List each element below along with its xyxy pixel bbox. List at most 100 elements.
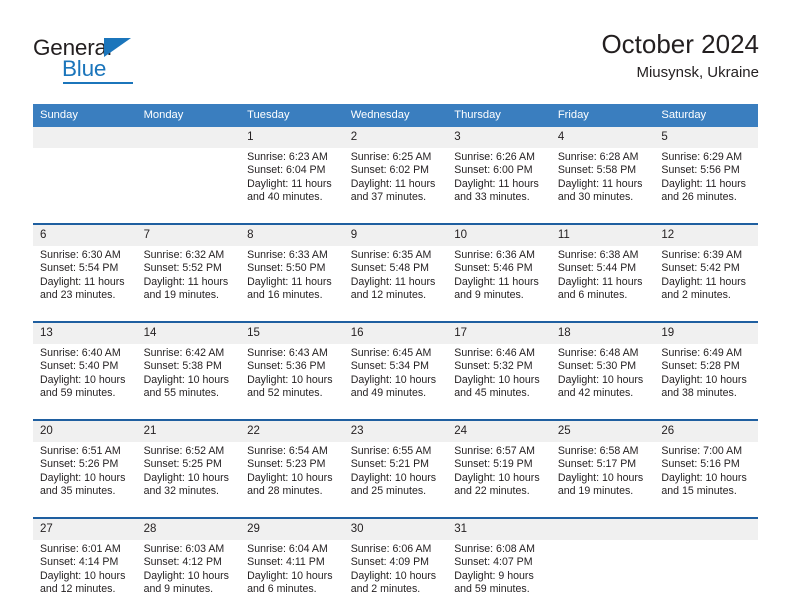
day-number[interactable]: 15	[240, 321, 344, 344]
week-5-info-row: Sunrise: 6:01 AM Sunset: 4:14 PM Dayligh…	[33, 540, 758, 615]
day-info: Sunrise: 6:30 AM Sunset: 5:54 PM Dayligh…	[33, 246, 137, 322]
day-info: Sunrise: 6:58 AM Sunset: 5:17 PM Dayligh…	[550, 442, 655, 518]
sunset-text: Sunset: 5:48 PM	[350, 262, 430, 275]
daylight-text-line2: and 19 minutes.	[557, 485, 634, 498]
sunset-text: Sunset: 5:34 PM	[350, 360, 430, 373]
daylight-text-line1: Daylight: 11 hours	[247, 275, 332, 288]
sunset-text: Sunset: 4:12 PM	[143, 556, 222, 569]
day-number[interactable]: 21	[136, 419, 241, 442]
day-number[interactable]: 26	[654, 419, 758, 442]
weekday-header-friday: Friday	[550, 104, 655, 127]
day-info: Sunrise: 6:55 AM Sunset: 5:21 PM Dayligh…	[343, 442, 448, 518]
daylight-text-line1: Daylight: 10 hours	[454, 471, 540, 484]
sunset-text: Sunset: 4:09 PM	[350, 556, 430, 569]
sunrise-text: Sunrise: 6:26 AM	[454, 151, 535, 163]
daylight-text-line2: and 42 minutes.	[557, 387, 634, 400]
daylight-text-line2: and 35 minutes.	[40, 485, 116, 498]
day-info: Sunrise: 6:40 AM Sunset: 5:40 PM Dayligh…	[33, 344, 137, 420]
sunrise-text: Sunrise: 6:52 AM	[143, 445, 225, 457]
daylight-text-line1: Daylight: 11 hours	[143, 275, 229, 288]
daylight-text-line1: Daylight: 10 hours	[557, 373, 644, 386]
day-info: Sunrise: 6:26 AM Sunset: 6:00 PM Dayligh…	[447, 148, 551, 224]
day-number[interactable]: 4	[550, 127, 655, 148]
day-info-empty	[136, 148, 241, 224]
day-info: Sunrise: 6:36 AM Sunset: 5:46 PM Dayligh…	[447, 246, 551, 322]
day-number[interactable]: 9	[343, 223, 448, 246]
day-number[interactable]: 29	[240, 517, 344, 540]
sunrise-text: Sunrise: 6:29 AM	[661, 151, 743, 163]
sunrise-text: Sunrise: 6:30 AM	[40, 249, 121, 261]
sunset-text: Sunset: 5:28 PM	[661, 360, 740, 373]
day-info: Sunrise: 6:04 AM Sunset: 4:11 PM Dayligh…	[240, 540, 344, 615]
daylight-text-line1: Daylight: 10 hours	[661, 471, 747, 484]
day-number[interactable]: 31	[447, 517, 551, 540]
day-number[interactable]: 14	[136, 321, 241, 344]
day-number[interactable]: 19	[654, 321, 758, 344]
daylight-text-line1: Daylight: 10 hours	[143, 569, 229, 582]
sunrise-text: Sunrise: 6:57 AM	[454, 445, 535, 457]
sunrise-text: Sunrise: 6:35 AM	[350, 249, 432, 261]
sunrise-text: Sunrise: 6:51 AM	[40, 445, 121, 457]
daylight-text-line2: and 19 minutes.	[143, 289, 219, 302]
daylight-text-line2: and 25 minutes.	[350, 485, 427, 498]
day-number[interactable]: 17	[447, 321, 551, 344]
sunrise-text: Sunrise: 6:36 AM	[454, 249, 535, 261]
weekday-header-monday: Monday	[136, 104, 241, 127]
day-number[interactable]: 25	[550, 419, 655, 442]
day-number[interactable]: 11	[550, 223, 655, 246]
sunset-text: Sunset: 5:23 PM	[247, 458, 326, 471]
daylight-text-line1: Daylight: 11 hours	[557, 177, 643, 190]
daylight-text-line1: Daylight: 10 hours	[557, 471, 644, 484]
daylight-text-line2: and 16 minutes.	[247, 289, 323, 302]
day-info: Sunrise: 6:49 AM Sunset: 5:28 PM Dayligh…	[654, 344, 758, 420]
day-info: Sunrise: 6:38 AM Sunset: 5:44 PM Dayligh…	[550, 246, 655, 322]
day-number[interactable]: 27	[33, 517, 137, 540]
day-number[interactable]: 3	[447, 127, 551, 148]
sunset-text: Sunset: 5:46 PM	[454, 262, 533, 275]
day-info: Sunrise: 6:39 AM Sunset: 5:42 PM Dayligh…	[654, 246, 758, 322]
day-info: Sunrise: 6:57 AM Sunset: 5:19 PM Dayligh…	[447, 442, 551, 518]
daylight-text-line1: Daylight: 11 hours	[661, 275, 746, 288]
day-number[interactable]: 28	[136, 517, 241, 540]
sunset-text: Sunset: 5:25 PM	[143, 458, 222, 471]
day-info-empty	[654, 540, 758, 615]
daylight-text-line1: Daylight: 10 hours	[661, 373, 747, 386]
day-number[interactable]: 10	[447, 223, 551, 246]
day-number[interactable]: 23	[343, 419, 448, 442]
sunset-text: Sunset: 5:21 PM	[350, 458, 430, 471]
day-number[interactable]: 30	[343, 517, 448, 540]
daylight-text-line2: and 9 minutes.	[143, 583, 214, 596]
logo-triangle-icon	[104, 38, 131, 57]
day-number[interactable]: 5	[654, 127, 758, 148]
logo-underline	[63, 82, 133, 84]
day-number[interactable]: 8	[240, 223, 344, 246]
title-block: October 2024 Miusynsk, Ukraine	[601, 28, 759, 84]
sunset-text: Sunset: 5:40 PM	[40, 360, 119, 373]
week-3-info-row: Sunrise: 6:40 AM Sunset: 5:40 PM Dayligh…	[33, 344, 758, 420]
sunset-text: Sunset: 5:52 PM	[143, 262, 222, 275]
sunrise-text: Sunrise: 6:06 AM	[350, 543, 432, 555]
daylight-text-line1: Daylight: 11 hours	[454, 177, 539, 190]
daylight-text-line1: Daylight: 9 hours	[454, 569, 534, 582]
day-info: Sunrise: 7:00 AM Sunset: 5:16 PM Dayligh…	[654, 442, 758, 518]
day-number[interactable]: 22	[240, 419, 344, 442]
week-4-info-row: Sunrise: 6:51 AM Sunset: 5:26 PM Dayligh…	[33, 442, 758, 518]
day-number[interactable]: 1	[240, 127, 344, 148]
day-number[interactable]: 16	[343, 321, 448, 344]
daylight-text-line2: and 40 minutes.	[247, 191, 323, 204]
week-3-daynum-row: 13 14 15 16 17 18 19	[33, 321, 758, 344]
day-number[interactable]: 20	[33, 419, 137, 442]
day-number[interactable]: 7	[136, 223, 241, 246]
day-number[interactable]: 18	[550, 321, 655, 344]
daylight-text-line2: and 55 minutes.	[143, 387, 219, 400]
calendar-body: 1 2 3 4 5 Sunrise: 6:23 AM Sunset: 6:04 …	[33, 127, 758, 615]
sunset-text: Sunset: 5:54 PM	[40, 262, 119, 275]
day-number[interactable]: 12	[654, 223, 758, 246]
day-number[interactable]: 2	[343, 127, 448, 148]
day-number[interactable]: 6	[33, 223, 137, 246]
day-info: Sunrise: 6:51 AM Sunset: 5:26 PM Dayligh…	[33, 442, 137, 518]
page-header: General Blue October 2024 Miusynsk, Ukra…	[33, 28, 759, 94]
sunset-text: Sunset: 6:02 PM	[350, 164, 430, 177]
day-number[interactable]: 24	[447, 419, 551, 442]
day-number[interactable]: 13	[33, 321, 137, 344]
